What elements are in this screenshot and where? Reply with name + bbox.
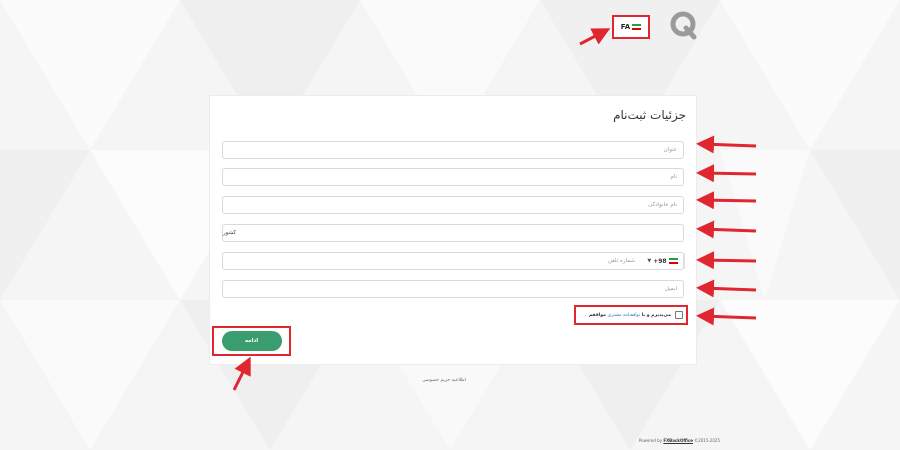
language-selector-button[interactable]: FA (612, 15, 650, 39)
country-code-label: +98 (653, 257, 667, 265)
continue-button-highlight: ادامه (212, 326, 291, 356)
privacy-notice-link[interactable]: اطلاعیه حریم خصوصی (400, 378, 488, 383)
iran-flag-icon (632, 24, 642, 30)
terms-agreement: می‌پذیرم و با توافقنامه مشتری موافقم (574, 305, 688, 325)
footer-brand-link[interactable]: FXBackOffice (663, 438, 693, 443)
phone-field: ▼ +98 (222, 252, 685, 270)
iran-flag-icon (668, 258, 678, 264)
email-input[interactable] (222, 280, 684, 298)
chevron-down-icon: ▼ (647, 258, 652, 264)
customer-agreement-link[interactable]: توافقنامه مشتری (608, 313, 641, 318)
terms-prefix: می‌پذیرم و با (641, 312, 671, 318)
terms-text: می‌پذیرم و با توافقنامه مشتری موافقم (589, 313, 671, 318)
first-name-input[interactable] (222, 168, 684, 186)
footer: Powered by FXBackOffice ©2015-2025 (600, 438, 720, 443)
footer-years: ©2015-2025 (694, 438, 720, 443)
country-code-selector[interactable]: ▼ +98 (641, 253, 685, 269)
page-title: جزئیات ثبت‌نام (613, 108, 686, 122)
continue-button[interactable]: ادامه (221, 331, 282, 351)
q-logo-icon (670, 11, 697, 40)
country-select[interactable]: کشور (222, 224, 684, 242)
title-input[interactable] (222, 141, 684, 159)
phone-input[interactable] (223, 253, 641, 269)
terms-suffix: موافقم (588, 312, 607, 318)
footer-prefix: Powered by (638, 438, 663, 443)
country-select-value: کشور (223, 230, 237, 236)
last-name-input[interactable] (222, 196, 684, 214)
language-label: FA (620, 23, 631, 31)
terms-checkbox[interactable] (675, 311, 683, 319)
